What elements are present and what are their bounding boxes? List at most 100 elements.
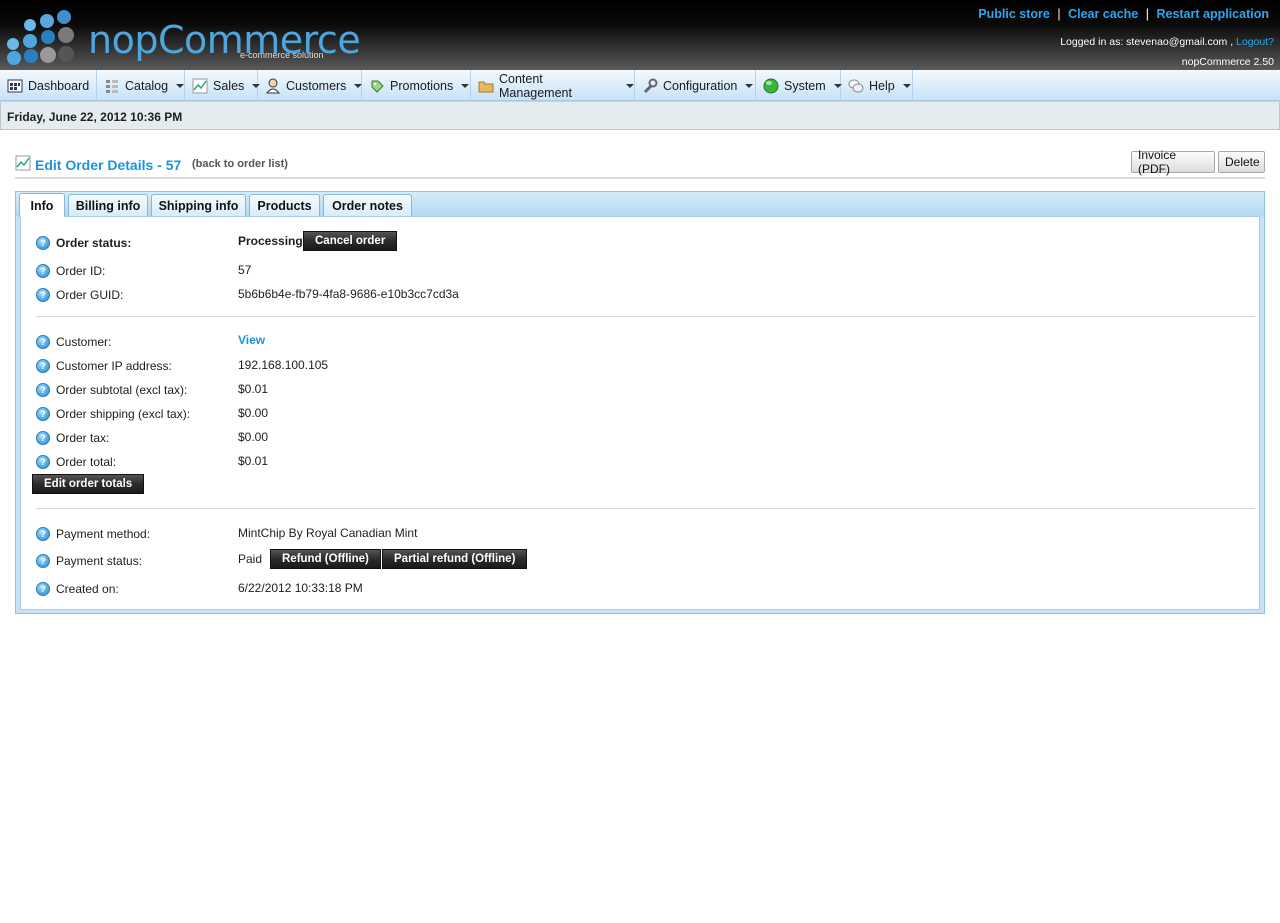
- sales-chart-icon: [192, 78, 208, 94]
- help-icon[interactable]: ?: [36, 359, 50, 373]
- order-tax-label: Order tax:: [56, 431, 110, 445]
- tab-billing-info[interactable]: Billing info: [68, 194, 148, 217]
- nopcommerce-logo[interactable]: nopCommerce e-commerce solution: [4, 8, 361, 66]
- public-store-link[interactable]: Public store: [978, 7, 1050, 21]
- current-date: Friday, June 22, 2012 10:36 PM: [7, 110, 183, 124]
- menu-label: Help: [869, 78, 895, 93]
- help-icon[interactable]: ?: [36, 455, 50, 469]
- main-menu: Dashboard Catalog Sales Customers Promot…: [0, 70, 1280, 101]
- menu-label: System: [784, 78, 826, 93]
- tab-order-notes[interactable]: Order notes: [323, 194, 412, 217]
- payment-method-label: Payment method:: [56, 527, 151, 541]
- tab-products[interactable]: Products: [249, 194, 320, 217]
- restart-application-link[interactable]: Restart application: [1156, 7, 1269, 21]
- section-divider: [36, 508, 1255, 509]
- order-shipping-value: $0.00: [238, 406, 269, 420]
- menu-label: Customers: [286, 78, 347, 93]
- dashboard-icon: [7, 78, 23, 94]
- page-title-row: Edit Order Details - 57 (back to order l…: [15, 148, 1265, 179]
- menu-label: Catalog: [125, 78, 169, 93]
- logout-link[interactable]: Logout?: [1236, 36, 1274, 48]
- partial-refund-offline-button[interactable]: Partial refund (Offline): [382, 549, 528, 569]
- payment-method-value: MintChip By Royal Canadian Mint: [238, 526, 418, 540]
- help-icon[interactable]: ?: [36, 407, 50, 421]
- created-on-label: Created on:: [56, 582, 119, 596]
- view-customer-link[interactable]: View: [238, 333, 265, 347]
- catalog-icon: [104, 78, 120, 94]
- menu-customers[interactable]: Customers: [258, 70, 363, 101]
- customer-icon: [265, 78, 281, 94]
- menu-label: Promotions: [390, 78, 454, 93]
- refund-offline-button[interactable]: Refund (Offline): [270, 549, 381, 569]
- menu-label: Content Management: [499, 71, 572, 100]
- help-icon[interactable]: ?: [36, 335, 50, 349]
- logo-subtitle: e-commerce solution: [240, 50, 324, 60]
- help-icon[interactable]: ?: [36, 431, 50, 445]
- order-guid-value: 5b6b6b4e-fb79-4fa8-9686-e10b3cc7cd3a: [238, 287, 459, 301]
- customer-label: Customer:: [56, 335, 112, 349]
- link-separator: |: [1145, 7, 1149, 21]
- cancel-order-button[interactable]: Cancel order: [303, 231, 398, 251]
- menu-sales[interactable]: Sales: [185, 70, 261, 101]
- order-id-value: 57: [238, 263, 252, 277]
- date-bar: Friday, June 22, 2012 10:36 PM: [0, 101, 1280, 130]
- edit-order-totals-button[interactable]: Edit order totals: [32, 474, 145, 494]
- logged-in-info: Logged in as: stevenao@gmail.com , Logou…: [1060, 36, 1274, 48]
- section-divider: [36, 316, 1255, 317]
- order-total-value: $0.01: [238, 454, 269, 468]
- order-subtotal-label: Order subtotal (excl tax):: [56, 383, 188, 397]
- menu-configuration[interactable]: Configuration: [635, 70, 756, 101]
- delete-button[interactable]: Delete: [1218, 151, 1265, 173]
- menu-label: Sales: [213, 78, 245, 93]
- tab-info[interactable]: Info: [19, 193, 65, 217]
- folder-icon: [478, 78, 494, 94]
- help-icon[interactable]: ?: [36, 264, 50, 278]
- tab-shipping-info[interactable]: Shipping info: [151, 194, 246, 217]
- chevron-down-icon: [461, 83, 470, 88]
- back-to-order-list-link[interactable]: (back to order list): [192, 158, 288, 170]
- order-id-label: Order ID:: [56, 264, 106, 278]
- header-bar: nopCommerce e-commerce solution Public s…: [0, 0, 1280, 70]
- sales-chart-icon: [15, 155, 31, 171]
- logo-dots-icon: [7, 10, 74, 65]
- menu-system[interactable]: System: [756, 70, 842, 101]
- help-icon[interactable]: ?: [36, 236, 50, 250]
- menu-label: Configuration: [663, 78, 738, 93]
- chevron-down-icon: [902, 83, 911, 88]
- green-ball-icon: [763, 78, 779, 94]
- menu-dashboard[interactable]: Dashboard: [0, 70, 97, 101]
- header-links: Public store | Clear cache | Restart app…: [978, 7, 1269, 21]
- menu-content-management[interactable]: Content Management: [471, 70, 635, 101]
- menu-help[interactable]: Help: [841, 70, 913, 101]
- menu-label: Dashboard: [28, 78, 90, 93]
- help-icon[interactable]: ?: [36, 383, 50, 397]
- link-separator: |: [1057, 7, 1061, 21]
- customer-ip-value: 192.168.100.105: [238, 358, 329, 372]
- logged-in-text: Logged in as: stevenao@gmail.com ,: [1060, 36, 1234, 48]
- chevron-down-icon: [626, 83, 634, 88]
- help-icon[interactable]: ?: [36, 288, 50, 302]
- chat-bubbles-icon: [848, 78, 864, 94]
- customer-ip-label: Customer IP address:: [56, 359, 172, 373]
- order-tax-value: $0.00: [238, 430, 269, 444]
- order-status-value: Processing: [238, 234, 303, 248]
- menu-catalog[interactable]: Catalog: [97, 70, 185, 101]
- menu-promotions[interactable]: Promotions: [362, 70, 471, 101]
- clear-cache-link[interactable]: Clear cache: [1068, 7, 1138, 21]
- order-subtotal-value: $0.01: [238, 382, 269, 396]
- order-total-label: Order total:: [56, 455, 117, 469]
- help-icon[interactable]: ?: [36, 554, 50, 568]
- order-guid-label: Order GUID:: [56, 288, 124, 302]
- version-text: nopCommerce 2.50: [1181, 56, 1274, 68]
- chevron-down-icon: [176, 83, 185, 88]
- chevron-down-icon: [745, 83, 754, 88]
- tag-icon: [369, 78, 385, 94]
- created-on-value: 6/22/2012 10:33:18 PM: [238, 581, 363, 595]
- help-icon[interactable]: ?: [36, 527, 50, 541]
- page-title: Edit Order Details - 57: [35, 157, 182, 173]
- invoice-pdf-button[interactable]: Invoice (PDF): [1131, 148, 1215, 176]
- help-icon[interactable]: ?: [36, 582, 50, 596]
- info-tab-content: ? Order status: Processing Cancel order …: [20, 216, 1260, 610]
- order-tabs-panel: Info Billing info Shipping info Products…: [15, 191, 1265, 614]
- wrench-icon: [642, 78, 658, 94]
